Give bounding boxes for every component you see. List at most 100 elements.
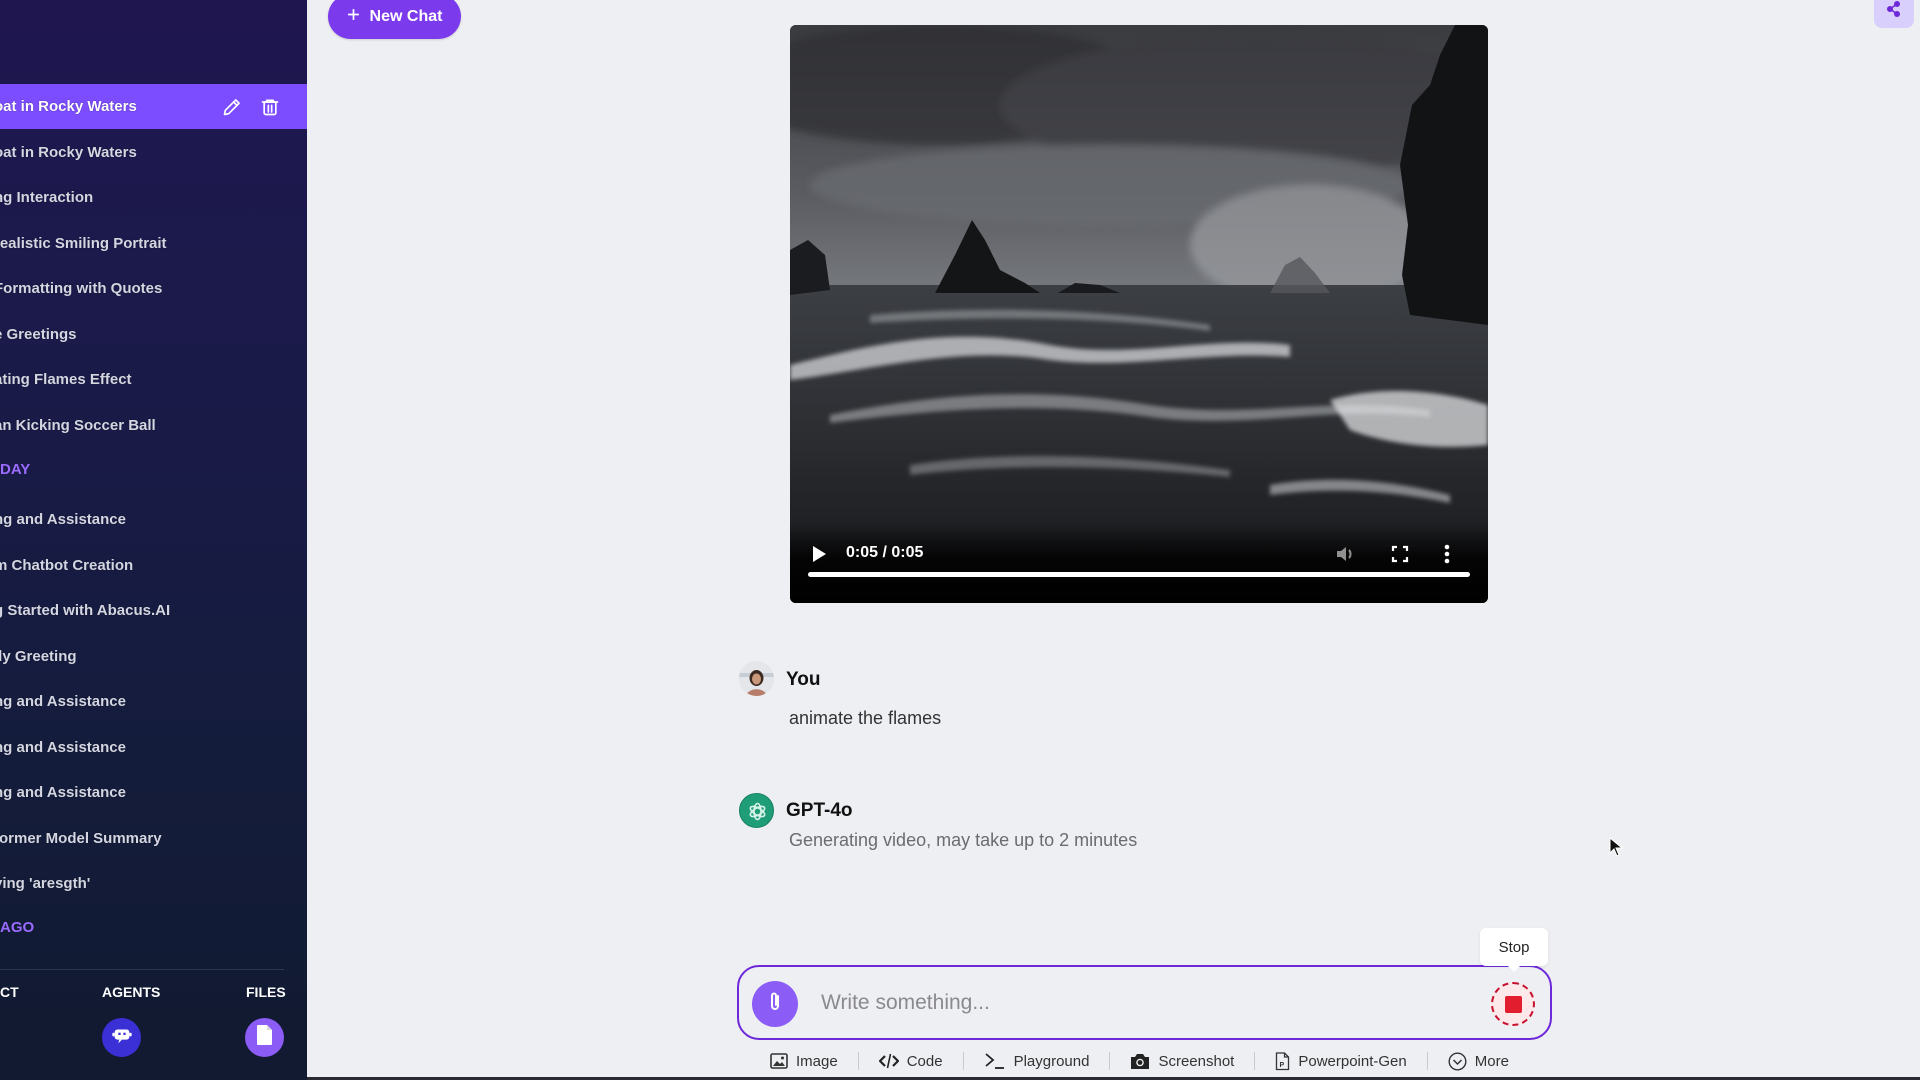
mouse-cursor-icon [1609,836,1624,862]
more-vertical-icon[interactable] [1442,542,1452,566]
chat-item-label: m Chatbot Creation [0,557,134,574]
image-icon [770,1053,788,1069]
chat-item-label: realistic Smiling Portrait [0,235,167,252]
chat-item-label: ng and Assistance [0,739,126,756]
paperclip-icon [767,991,783,1018]
toolbar-divider [962,1052,964,1070]
tool-playground[interactable]: Playground [984,1052,1090,1070]
chat-history-item[interactable]: oat in Rocky Waters [0,130,307,175]
trash-icon[interactable] [259,96,281,118]
chat-history-item[interactable]: ng and Assistance [0,725,307,770]
tool-label: Powerpoint-Gen [1298,1052,1407,1070]
files-button[interactable] [245,1018,284,1057]
tool-image[interactable]: Image [770,1053,838,1070]
chat-history-item[interactable]: g Started with Abacus.AI [0,588,307,633]
toolbar-divider [857,1052,859,1070]
chat-item-label: ng and Assistance [0,693,126,710]
chat-history-item[interactable]: ying 'aresgth' [0,861,307,906]
video-frame-stormy-sea [790,25,1488,603]
tab-agents-label[interactable]: AGENTS [102,984,160,1000]
chat-item-label: ng and Assistance [0,784,126,801]
chat-item-label: e Greetings [0,326,77,343]
video-player[interactable]: 0:05 / 0:05 [790,25,1488,603]
chat-item-label: oat in Rocky Waters [0,98,137,115]
chat-history-item[interactable]: ng and Assistance [0,679,307,724]
chat-item-label: ng and Assistance [0,511,126,528]
chat-item-label: ating Flames Effect [0,371,132,388]
fullscreen-icon[interactable] [1390,543,1410,565]
chat-item-label: g Started with Abacus.AI [0,602,171,619]
volume-icon[interactable] [1334,543,1358,565]
tool-screenshot[interactable]: Screenshot [1130,1053,1234,1070]
new-chat-label: New Chat [369,7,443,25]
openai-icon [749,802,766,821]
section-heading-ago: AGO [0,919,35,936]
chat-history-item[interactable]: realistic Smiling Portrait [0,221,307,266]
stop-tooltip: Stop [1480,928,1548,972]
plus-icon [347,8,360,26]
camera-icon [1130,1053,1150,1070]
section-heading-yesterday: DAY [0,461,31,478]
powerpoint-icon: P [1275,1051,1290,1071]
chat-history-item[interactable]: lly Greeting [0,634,307,679]
chat-history-item[interactable]: an Kicking Soccer Ball [0,403,307,448]
new-chat-button[interactable]: New Chat [328,0,461,39]
video-time: 0:05 / 0:05 [846,544,924,561]
chat-history-item[interactable]: e Greetings [0,312,307,357]
stop-generation-button[interactable] [1491,982,1535,1026]
toolbar-divider [1109,1052,1111,1070]
sidebar-divider [0,969,284,970]
toolbar-divider [1426,1052,1428,1070]
tool-label: Code [906,1052,943,1070]
svg-text:P: P [1280,1062,1285,1069]
tool-label: Screenshot [1158,1052,1235,1070]
agents-button[interactable] [102,1018,141,1057]
chat-item-label: ng Interaction [0,189,94,206]
tool-label: Image [796,1052,838,1070]
chat-item-label: an Kicking Soccer Ball [0,417,156,434]
message-input[interactable] [821,983,1421,1023]
chat-history-item[interactable]: ng and Assistance [0,770,307,815]
stop-icon [1504,995,1522,1013]
attach-button[interactable] [752,981,798,1027]
code-icon [878,1053,899,1069]
chat-item-label: ying 'aresgth' [0,875,91,892]
chat-item-label: oat in Rocky Waters [0,144,137,161]
chat-history-item[interactable]: ating Flames Effect [0,357,307,402]
message-author: You [786,669,821,690]
robot-icon [111,1024,133,1051]
play-icon[interactable] [810,543,828,565]
chat-history-item[interactable]: ng and Assistance [0,497,307,542]
gpt-avatar [739,793,774,828]
tool-powerpoint-gen[interactable]: P Powerpoint-Gen [1275,1051,1407,1071]
tool-label: Playground [1013,1052,1090,1070]
chat-history-item[interactable]: Formatting with Quotes [0,266,307,311]
message-author: GPT-4o [786,800,853,821]
file-icon [256,1024,274,1051]
chat-item-label: Formatting with Quotes [0,280,163,297]
video-controls: 0:05 / 0:05 [790,523,1488,603]
chat-history-item[interactable]: m Chatbot Creation [0,543,307,588]
message-text: animate the flames [789,708,942,728]
chat-history-item[interactable]: ng Interaction [0,175,307,220]
chat-history-item[interactable]: former Model Summary [0,816,307,861]
tool-label: More [1474,1052,1509,1070]
share-button[interactable] [1874,0,1914,28]
terminal-icon [984,1052,1006,1070]
tab-project-label[interactable]: CT [0,984,19,1000]
composer-toolbar: Image Code Playground Screenshot P Power… [770,1049,1509,1073]
chat-item-label: lly Greeting [0,648,77,665]
sidebar: oat in Rocky Waters oat in Rocky Waters … [0,0,307,1080]
chat-item-label: former Model Summary [0,830,162,847]
message-text-generating: Generating video, may take up to 2 minut… [789,830,1138,850]
chat-history-item-active[interactable]: oat in Rocky Waters [0,84,307,129]
tab-files-label[interactable]: FILES [246,984,286,1000]
toolbar-divider [1254,1052,1256,1070]
edit-icon[interactable] [221,96,243,118]
chevron-down-circle-icon [1448,1051,1467,1071]
share-icon [1885,0,1903,23]
video-progress-bar[interactable] [808,572,1470,577]
composer [737,965,1552,1040]
tool-more[interactable]: More [1448,1051,1509,1071]
tool-code[interactable]: Code [878,1052,943,1070]
